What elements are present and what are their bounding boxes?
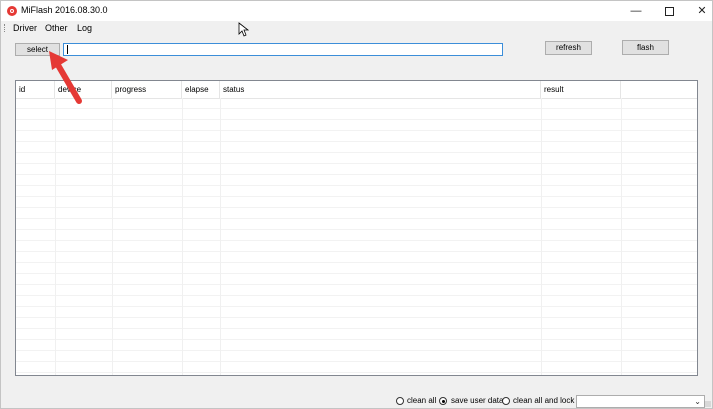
radio-save-user-data[interactable] [439,397,447,405]
radio-label-clean-all-and-lock[interactable]: clean all and lock [513,396,574,406]
chevron-down-icon: ⌄ [694,397,701,406]
column-divider [182,98,183,375]
grid-rows [16,98,697,375]
radio-clean-all-and-lock[interactable] [502,397,510,405]
menu-item-other[interactable]: Other [45,22,68,34]
rom-path-input[interactable] [63,43,503,56]
column-divider [112,98,113,375]
menu-item-driver[interactable]: Driver [13,22,37,34]
mouse-cursor-icon [238,22,250,37]
resize-grip[interactable] [704,401,711,407]
menu-bar: Driver Other Log [1,21,712,35]
column-divider [621,98,622,375]
radio-label-save-user-data[interactable]: save user data [451,396,503,406]
menu-item-log[interactable]: Log [77,22,92,34]
refresh-button[interactable]: refresh [545,41,592,55]
minimize-button[interactable]: — [619,1,653,21]
column-header-result[interactable]: result [541,81,621,98]
column-divider [55,98,56,375]
device-grid[interactable]: id device progress elapse status result [15,80,698,376]
red-arrow-annotation [49,51,82,104]
status-bar: clean all save user data clean all and l… [1,393,712,408]
menu-grip [4,24,7,32]
column-header-status[interactable]: status [220,81,541,98]
column-divider [541,98,542,375]
title-bar[interactable]: MiFlash 2016.08.30.0 — ✕ [1,1,712,21]
grid-header: id device progress elapse status result [16,81,697,99]
flash-button[interactable]: flash [622,40,669,55]
miflash-window: MiFlash 2016.08.30.0 — ✕ Driver Other Lo… [0,0,713,409]
radio-clean-all[interactable] [396,397,404,405]
close-button[interactable]: ✕ [685,1,712,21]
minimize-icon: — [630,5,642,17]
window-title: MiFlash 2016.08.30.0 [21,5,108,15]
close-icon: ✕ [697,5,707,17]
column-header-progress[interactable]: progress [112,81,182,98]
mode-dropdown[interactable]: ⌄ [576,395,705,408]
app-logo-icon [7,6,17,16]
maximize-icon [664,6,674,16]
radio-label-clean-all[interactable]: clean all [407,396,436,406]
column-header-elapse[interactable]: elapse [182,81,220,98]
maximize-button[interactable] [652,1,686,21]
column-divider [220,98,221,375]
